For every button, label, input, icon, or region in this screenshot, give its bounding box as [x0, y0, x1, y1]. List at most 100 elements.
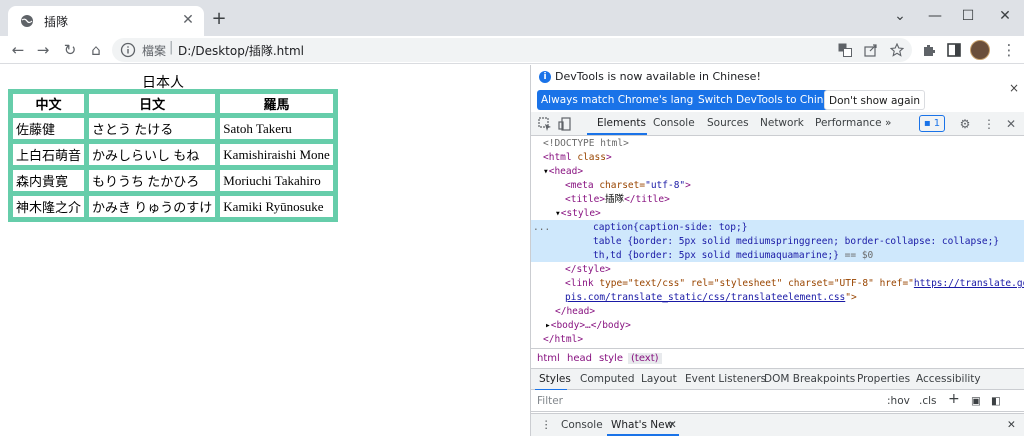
class-toggle[interactable]: .cls [919, 395, 937, 407]
html-open-tag: <html [543, 152, 572, 163]
cell-romaji: Satoh Takeru [215, 113, 338, 144]
active-tab-indicator [587, 133, 647, 135]
cell-romaji: Kamishiraishi Mone [215, 139, 338, 170]
devtools-infobar: i DevTools is now available in Chinese! … [531, 65, 1024, 115]
node-ellipsis[interactable]: ... [533, 221, 550, 235]
drawer-tab-whats-new[interactable]: What's New [611, 419, 673, 431]
new-tab-icon[interactable]: + [210, 10, 228, 28]
names-table: 中文 日文 羅馬 佐藤健 さとう たける Satoh Takeru 上白石萌音 … [7, 89, 338, 222]
breadcrumb-style[interactable]: style [599, 353, 623, 364]
paint-icon[interactable]: ▣ [971, 395, 981, 407]
title-text: 插隊 [605, 194, 625, 205]
link-tag: <link [565, 278, 594, 289]
share-icon[interactable] [864, 43, 878, 57]
side-panel-icon[interactable] [947, 43, 961, 57]
cell-chinese: 佐藤健 [7, 113, 90, 144]
table-header-row: 中文 日文 羅馬 [7, 89, 338, 118]
tab-network[interactable]: Network [760, 117, 804, 129]
style-node[interactable]: ▾<style> [555, 207, 601, 221]
maximize-icon[interactable]: ☐ [958, 6, 978, 26]
url-text[interactable]: D:/Desktop/插隊.html [178, 42, 304, 59]
home-icon[interactable]: ⌂ [86, 40, 106, 60]
link-node[interactable]: <link type="text/css" rel="stylesheet" c… [565, 277, 1024, 291]
tab-sources[interactable]: Sources [707, 117, 749, 129]
address-bar[interactable]: 檔案 | D:/Desktop/插隊.html [112, 38, 912, 62]
link-href-cont[interactable]: pis.com/translate_static/css/translateel… [565, 292, 845, 303]
devtools-menu-icon[interactable]: ⋮ [981, 116, 997, 132]
cell-chinese: 神木隆之介 [7, 191, 90, 222]
window-close-icon[interactable]: ✕ [995, 6, 1015, 26]
cell-romaji: Moriuchi Takahiro [215, 165, 338, 196]
settings-gear-icon[interactable]: ⚙ [957, 116, 973, 132]
style-close-node[interactable]: </style> [565, 263, 611, 277]
filter-input[interactable]: Filter [537, 395, 563, 407]
infobar-close-icon[interactable]: × [1009, 81, 1019, 95]
title-open-tag: <title> [565, 194, 606, 205]
new-rule-icon[interactable]: + [948, 391, 960, 407]
tab-console[interactable]: Console [653, 117, 695, 129]
tab-accessibility[interactable]: Accessibility [916, 373, 981, 385]
tab-strip: 插隊 ✕ + ⌄ — ☐ ✕ [0, 0, 1024, 36]
devtools-drawer: ⋮ Console What's New ✕ ✕ [531, 413, 1024, 436]
extensions-icon[interactable] [922, 43, 936, 57]
device-toggle-icon[interactable] [557, 116, 573, 132]
breadcrumb-html[interactable]: html [537, 353, 560, 364]
sidebar-toggle-icon[interactable]: ◧ [991, 395, 1001, 407]
tab-properties[interactable]: Properties [857, 373, 910, 385]
menu-icon[interactable]: ⋮ [999, 40, 1019, 60]
meta-tag: <meta [565, 180, 594, 191]
tab-search-icon[interactable]: ⌄ [890, 6, 910, 26]
drawer-tab-close-icon[interactable]: ✕ [668, 419, 677, 431]
head-close-node[interactable]: </head> [555, 305, 595, 319]
link-href[interactable]: https://translate.googlea [914, 278, 1024, 289]
tab-event-listeners[interactable]: Event Listeners [685, 373, 766, 385]
inspect-icon[interactable] [537, 116, 553, 132]
body-node[interactable]: ▸<body>…</body> [545, 319, 631, 333]
reload-icon[interactable]: ↻ [60, 40, 80, 60]
forward-icon[interactable]: → [33, 40, 53, 60]
doctype-node[interactable]: <!DOCTYPE html> [543, 137, 629, 151]
cell-japanese: かみき りゅうのすけ [84, 191, 221, 222]
tab-layout[interactable]: Layout [641, 373, 677, 385]
tab-styles[interactable]: Styles [539, 373, 571, 385]
browser-tab[interactable]: 插隊 ✕ [8, 6, 204, 36]
header-romaji: 羅馬 [215, 89, 338, 118]
minimize-icon[interactable]: — [925, 6, 945, 26]
css-rule-table: table {border: 5px solid mediumspringgre… [593, 236, 1000, 247]
title-node[interactable]: <title>插隊</title> [565, 193, 670, 207]
issues-badge[interactable]: ▪ 1 [919, 115, 945, 132]
devtools-panel: i DevTools is now available in Chinese! … [530, 65, 1024, 436]
meta-node[interactable]: <meta charset="utf-8"> [565, 179, 691, 193]
tab-performance[interactable]: Performance [815, 117, 882, 129]
profile-avatar[interactable] [970, 40, 990, 60]
style-open-tag: <style> [560, 208, 601, 219]
html-node[interactable]: <html class> [543, 151, 612, 165]
breadcrumb-text[interactable]: (text) [628, 353, 662, 364]
translate-icon[interactable] [838, 43, 852, 57]
table-row: 森内貴寛 もりうち たかひろ Moriuchi Takahiro [7, 165, 338, 196]
drawer-menu-icon[interactable]: ⋮ [541, 419, 552, 431]
tab-close-icon[interactable]: ✕ [180, 12, 196, 28]
breadcrumb-head[interactable]: head [567, 353, 592, 364]
more-tabs-icon[interactable]: » [885, 117, 891, 129]
html-close-node[interactable]: </html> [543, 333, 583, 347]
tab-computed[interactable]: Computed [580, 373, 635, 385]
back-icon[interactable]: ← [8, 40, 28, 60]
table-row: 神木隆之介 かみき りゅうのすけ Kamiki Ryūnosuke [7, 191, 338, 222]
html-class-attr: class [571, 152, 606, 163]
drawer-close-icon[interactable]: ✕ [1007, 419, 1016, 431]
hover-state-toggle[interactable]: :hov [887, 395, 910, 407]
meta-val: "utf-8" [645, 180, 686, 191]
tab-elements[interactable]: Elements [597, 117, 646, 129]
drawer-tab-console[interactable]: Console [561, 419, 603, 431]
devtools-close-icon[interactable]: ✕ [1003, 116, 1019, 132]
body-collapsed: <body>…</body> [550, 320, 631, 331]
head-node[interactable]: ▾<head> [543, 165, 583, 179]
dont-show-again-button[interactable]: Don't show again [824, 90, 926, 110]
site-info-icon[interactable] [120, 42, 136, 58]
tab-dom-breakpoints[interactable]: DOM Breakpoints [764, 373, 855, 385]
bookmark-star-icon[interactable] [890, 43, 904, 57]
header-japanese: 日文 [84, 89, 221, 118]
link-end: "> [845, 292, 857, 303]
title-close-tag: </title> [624, 194, 670, 205]
